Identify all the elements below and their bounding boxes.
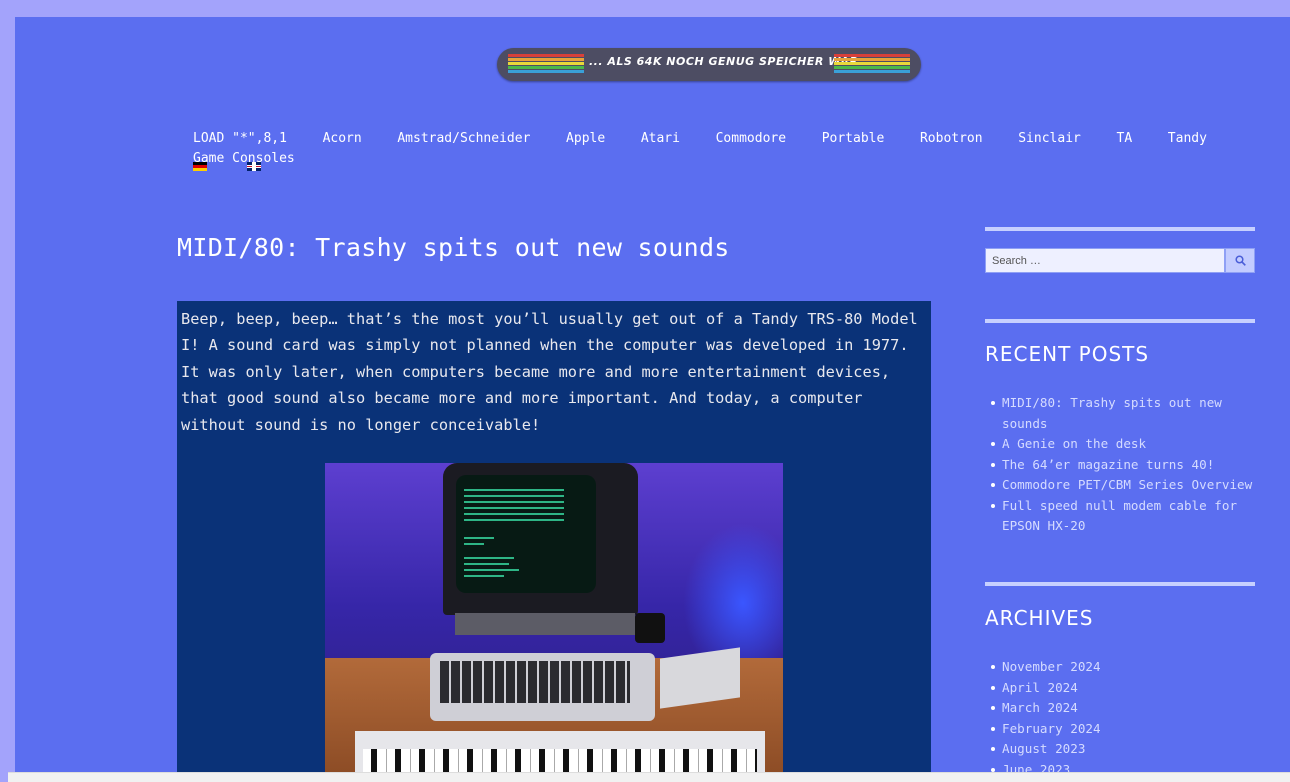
nav-item-sinclair[interactable]: Sinclair: [1018, 131, 1081, 147]
site-logo-banner[interactable]: ... ALS 64K NOCH GENUG SPEICHER WAR: [497, 48, 921, 81]
search-form: [985, 248, 1255, 273]
archive-link[interactable]: November 2024: [1002, 659, 1101, 674]
de-flag-icon[interactable]: [193, 162, 207, 171]
site-tagline: ... ALS 64K NOCH GENUG SPEICHER WAR: [589, 55, 859, 68]
recent-post-link[interactable]: Full speed null modem cable for EPSON HX…: [1002, 498, 1237, 534]
recent-post-link[interactable]: A Genie on the desk: [1002, 436, 1146, 451]
list-item: Commodore PET/CBM Series Overview: [991, 475, 1267, 496]
nav-item-acorn[interactable]: Acorn: [323, 131, 362, 147]
archive-link[interactable]: February 2024: [1002, 721, 1101, 736]
list-item: The 64’er magazine turns 40!: [991, 455, 1267, 476]
list-item: August 2023: [991, 739, 1267, 760]
list-item: April 2024: [991, 678, 1267, 699]
search-input[interactable]: [985, 248, 1225, 273]
search-icon: [1235, 255, 1246, 266]
list-item: March 2024: [991, 698, 1267, 719]
post-photo-trs80-setup[interactable]: [325, 463, 783, 781]
nav-item-tandy[interactable]: Tandy: [1168, 131, 1207, 147]
recent-post-link[interactable]: MIDI/80: Trashy spits out new sounds: [1002, 395, 1222, 431]
recent-posts-heading: RECENT POSTS: [985, 342, 1150, 366]
nav-item-load[interactable]: LOAD "*",8,1: [193, 131, 287, 147]
archive-link[interactable]: August 2023: [1002, 741, 1085, 756]
post-content: Beep, beep, beep… that’s the most you’ll…: [177, 301, 931, 781]
archive-link[interactable]: April 2024: [1002, 680, 1078, 695]
recent-post-link[interactable]: Commodore PET/CBM Series Overview: [1002, 477, 1252, 492]
nav-item-robotron[interactable]: Robotron: [920, 131, 983, 147]
list-item: November 2024: [991, 657, 1267, 678]
main-navigation: LOAD "*",8,1 Acorn Amstrad/Schneider App…: [193, 127, 1283, 167]
recent-posts-list: MIDI/80: Trashy spits out new sounds A G…: [985, 393, 1267, 537]
recent-post-link[interactable]: The 64’er magazine turns 40!: [1002, 457, 1214, 472]
list-item: MIDI/80: Trashy spits out new sounds: [991, 393, 1267, 434]
rainbow-stripes-right: [834, 54, 910, 74]
nav-item-commodore[interactable]: Commodore: [716, 131, 786, 147]
nav-item-portable[interactable]: Portable: [822, 131, 885, 147]
post-intro-text: Beep, beep, beep… that’s the most you’ll…: [181, 310, 918, 434]
nav-item-amstrad-schneider[interactable]: Amstrad/Schneider: [397, 131, 530, 147]
page: ... ALS 64K NOCH GENUG SPEICHER WAR LOAD…: [15, 17, 1290, 781]
divider: [985, 319, 1255, 323]
archives-heading: ARCHIVES: [985, 606, 1094, 630]
nav-item-atari[interactable]: Atari: [641, 131, 680, 147]
uk-flag-icon[interactable]: [246, 162, 261, 171]
archives-list: November 2024 April 2024 March 2024 Febr…: [985, 657, 1267, 780]
list-item: A Genie on the desk: [991, 434, 1267, 455]
rainbow-stripes-left: [508, 54, 584, 74]
list-item: February 2024: [991, 719, 1267, 740]
list-item: Full speed null modem cable for EPSON HX…: [991, 496, 1267, 537]
search-button[interactable]: [1225, 248, 1255, 273]
archive-link[interactable]: March 2024: [1002, 700, 1078, 715]
divider: [985, 227, 1255, 231]
nav-item-apple[interactable]: Apple: [566, 131, 605, 147]
post-title[interactable]: MIDI/80: Trashy spits out new sounds: [177, 233, 730, 262]
nav-item-ta[interactable]: TA: [1117, 131, 1133, 147]
language-switcher: [193, 162, 291, 181]
divider: [985, 582, 1255, 586]
